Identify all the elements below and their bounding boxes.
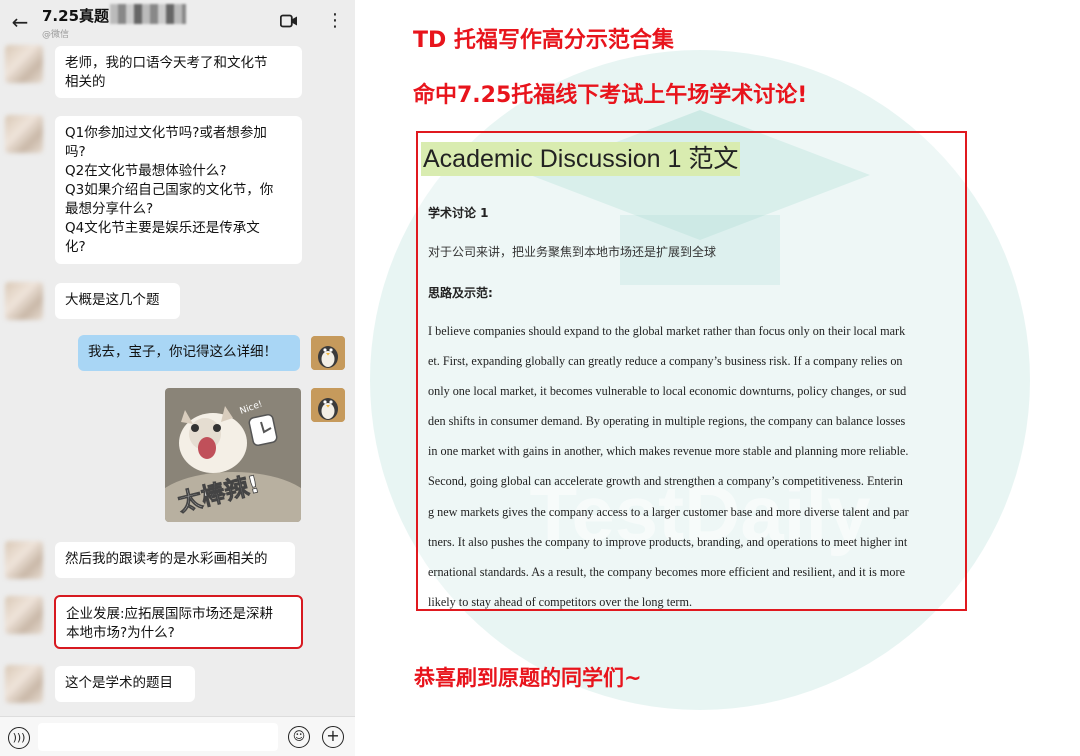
chat-title: 7.25真题 <box>42 7 110 25</box>
message-bubble[interactable]: 这个是学术的题目 <box>55 666 195 702</box>
chat-subtitle: @微信 <box>42 30 70 40</box>
section-heading: 学术讨论 1 <box>428 206 489 220</box>
avatar[interactable] <box>5 115 43 153</box>
essay-line: g new markets gives the company access t… <box>428 504 909 519</box>
message-input[interactable] <box>38 723 278 751</box>
message-bubble[interactable]: 然后我的跟读考的是水彩画相关的 <box>55 542 295 578</box>
document-title: Academic Discussion 1 范文 <box>421 142 741 176</box>
discussion-prompt: 对于公司来讲，把业务聚焦到本地市场还是扩展到全球 <box>428 245 717 259</box>
cat-sticker[interactable]: Nice! 太棒辣! <box>165 388 301 522</box>
avatar[interactable] <box>5 282 43 320</box>
essay-line: Second, going global can accelerate grow… <box>428 474 903 489</box>
my-message-bubble[interactable]: 我去，宝子，你记得这么详细！ <box>78 335 300 371</box>
avatar[interactable] <box>5 45 43 83</box>
avatar[interactable] <box>5 541 43 579</box>
cat-sticker-image: Nice! 太棒辣! <box>165 388 301 522</box>
message-bubble[interactable]: Q1你参加过文化节吗?或者想参加 吗? Q2在文化节最想体验什么? Q3如果介绍… <box>55 116 302 264</box>
essay-line: tners. It also pushes the company to imp… <box>428 534 908 549</box>
essay-text: I believe companies should expand to the… <box>428 316 962 617</box>
essay-line: I believe companies should expand to the… <box>428 324 906 338</box>
message-bubble-highlighted[interactable]: 企业发展:应拓展国际市场还是深耕 本地市场?为什么? <box>54 595 303 649</box>
right-panel: TestDaily TD 托福写作高分示范合集 命中7.25托福线下考试上午场学… <box>355 0 1080 756</box>
message-bubble[interactable]: 老师，我的口语今天考了和文化节 相关的 <box>55 46 302 98</box>
heading-subtitle: 命中7.25托福线下考试上午场学术讨论! <box>413 83 808 108</box>
arrow-left-icon[interactable]: ← <box>8 10 32 34</box>
penguin-avatar-icon <box>311 388 345 422</box>
redacted-title-blur <box>110 4 186 24</box>
add-icon[interactable]: + <box>322 726 344 748</box>
chat-header: ← 7.25真题 @微信 ⋮ <box>0 0 355 44</box>
penguin-avatar-icon <box>311 336 345 370</box>
avatar[interactable] <box>5 665 43 703</box>
message-bubble[interactable]: 大概是这几个题 <box>55 283 180 319</box>
emoji-icon[interactable]: ☺ <box>288 726 310 748</box>
chat-panel: ← 7.25真题 @微信 ⋮ 老师，我的口语今天考了和文化节 相关的 Q1你参加… <box>0 0 355 756</box>
essay-line: ernational standards. As a result, the c… <box>428 564 905 579</box>
avatar[interactable] <box>5 596 43 634</box>
essay-line: in one market with gains in another, whi… <box>428 444 909 459</box>
essay-line: den shifts in consumer demand. By operat… <box>428 414 906 429</box>
my-avatar[interactable] <box>311 388 345 422</box>
heading-title: TD 托福写作高分示范合集 <box>413 28 674 53</box>
video-call-icon[interactable] <box>280 14 298 28</box>
essay-document-box: Academic Discussion 1 范文 学术讨论 1 对于公司来讲，把… <box>416 131 967 611</box>
essay-line: et. First, expanding globally can greatl… <box>428 354 903 369</box>
chat-input-bar: ))) ☺ + <box>0 716 355 756</box>
essay-line: likely to stay ahead of competitors over… <box>428 594 692 609</box>
congrats-text: 恭喜刷到原题的同学们~ <box>414 666 642 690</box>
section-heading: 思路及示范: <box>428 286 493 300</box>
essay-line: only one local market, it becomes vulner… <box>428 384 907 399</box>
my-avatar[interactable] <box>311 336 345 370</box>
voice-input-icon[interactable]: ))) <box>8 727 30 749</box>
more-vertical-icon[interactable]: ⋮ <box>326 10 344 32</box>
